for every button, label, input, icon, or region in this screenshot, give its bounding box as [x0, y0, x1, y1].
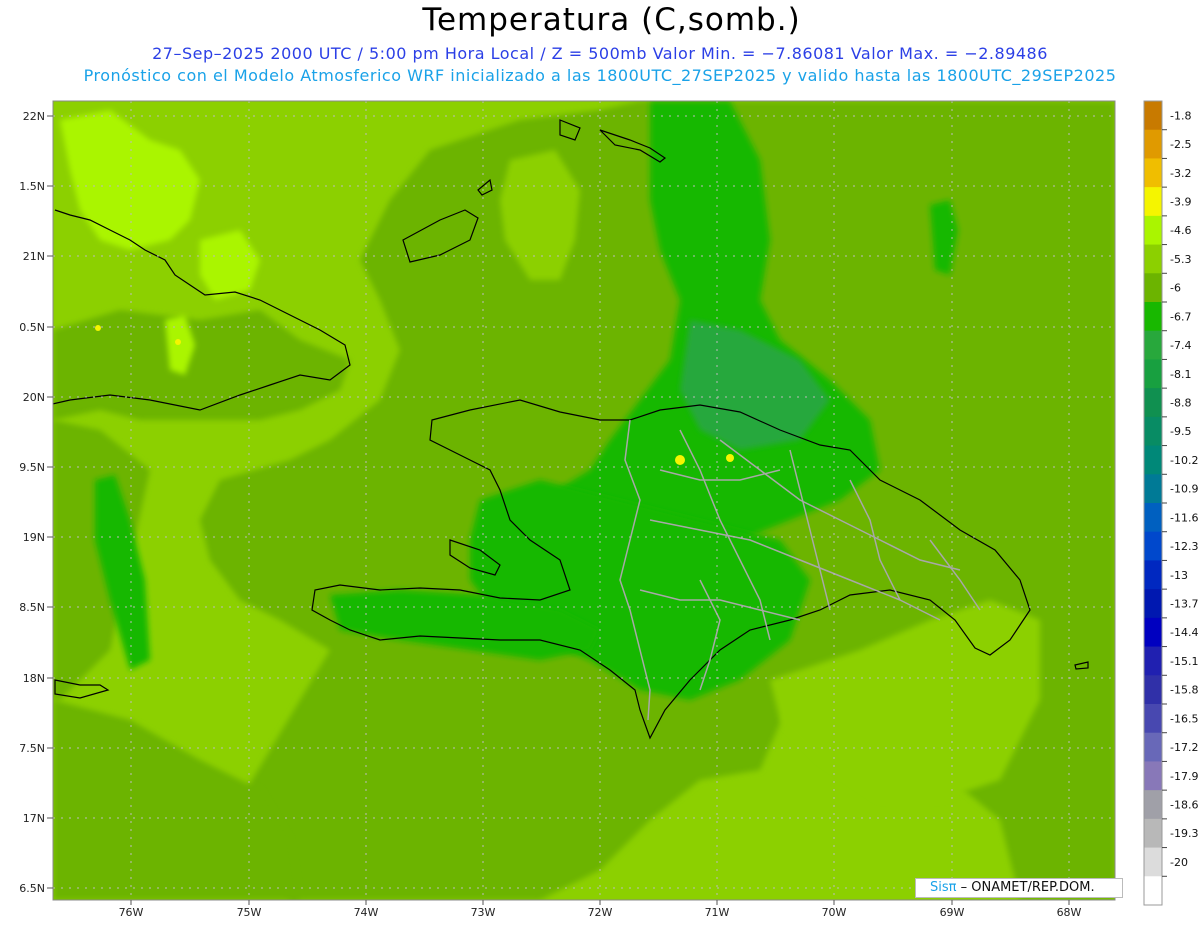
lat-label: 19N — [23, 531, 45, 544]
lat-label: 0.5N — [19, 321, 45, 334]
colorbar-swatch — [1144, 101, 1162, 131]
colorbar-swatch — [1144, 158, 1162, 188]
colorbar-label: -15.1 — [1170, 655, 1198, 668]
colorbar-swatch — [1144, 503, 1162, 533]
colorbar-label: -13.7 — [1170, 598, 1198, 611]
lat-label: 18N — [23, 672, 45, 685]
lon-label: 76W — [119, 906, 144, 919]
colorbar-swatch — [1144, 445, 1162, 475]
colorbar-swatch — [1144, 187, 1162, 217]
lon-label: 70W — [822, 906, 847, 919]
colorbar-label: -3.9 — [1170, 196, 1191, 209]
colorbar-label: -17.2 — [1170, 741, 1198, 754]
lon-label: 69W — [940, 906, 965, 919]
colorbar: -1.8 -2.5 -3.2 -3.9 -4.6 -5.3 -6 -6.7 -7.4 -8.1 -8… — [1143, 100, 1198, 906]
colorbar-swatch — [1144, 474, 1162, 504]
colorbar-label: -3.2 — [1170, 167, 1191, 180]
colorbar-label: -14.4 — [1170, 626, 1198, 639]
colorbar-label: -18.6 — [1170, 799, 1198, 812]
colorbar-label: -7.4 — [1170, 339, 1191, 352]
colorbar-swatch — [1144, 244, 1162, 274]
lon-label: 71W — [705, 906, 730, 919]
field-spot-1 — [675, 455, 685, 465]
colorbar-label: -19.3 — [1170, 827, 1198, 840]
page-title: Temperatura (C,somb.) — [422, 2, 801, 38]
lat-label: 20N — [23, 391, 45, 404]
colorbar-label: -15.8 — [1170, 684, 1198, 697]
colorbar-label: -6 — [1170, 282, 1181, 295]
colorbar-label: -5.3 — [1170, 253, 1191, 266]
subtitle-valid-time: 27–Sep–2025 2000 UTC / 5:00 pm Hora Loca… — [152, 44, 1048, 63]
colorbar-swatch — [1144, 129, 1162, 159]
lat-label: 6.5N — [19, 882, 45, 895]
colorbar-swatch — [1144, 560, 1162, 590]
colorbar-swatch — [1144, 302, 1162, 332]
lon-label: 73W — [471, 906, 496, 919]
colorbar-label: -8.1 — [1170, 368, 1191, 381]
colorbar-label: -10.9 — [1170, 483, 1198, 496]
lat-label: 7.5N — [19, 742, 45, 755]
colorbar-label: -9.5 — [1170, 425, 1191, 438]
lon-axis: 76W 75W 74W 73W 72W 71W 70W 69W 68W — [119, 900, 1082, 919]
colorbar-swatch — [1144, 589, 1162, 619]
colorbar-label: -13 — [1170, 569, 1188, 582]
colorbar-label: -6.7 — [1170, 310, 1191, 323]
credit-brand: Sisπ — [930, 880, 957, 895]
colorbar-label: -4.6 — [1170, 224, 1191, 237]
lon-label: 68W — [1057, 906, 1082, 919]
lat-label: 21N — [23, 250, 45, 263]
colorbar-label: -16.5 — [1170, 712, 1198, 725]
colorbar-swatch — [1144, 388, 1162, 418]
colorbar-swatch — [1144, 359, 1162, 389]
colorbar-swatch — [1144, 847, 1162, 877]
colorbar-label: -11.6 — [1170, 511, 1198, 524]
colorbar-swatch — [1144, 790, 1162, 820]
subtitle-model-info: Pronóstico con el Modelo Atmosferico WRF… — [83, 66, 1117, 85]
colorbar-swatch — [1144, 732, 1162, 762]
lat-label: 22N — [23, 110, 45, 123]
colorbar-swatch — [1144, 273, 1162, 303]
colorbar-swatch — [1144, 215, 1162, 246]
colorbar-swatch — [1144, 531, 1162, 561]
colorbar-swatch — [1144, 876, 1162, 906]
lat-label: 9.5N — [19, 461, 45, 474]
field-spot-4 — [95, 325, 101, 331]
field-spot-3 — [175, 339, 181, 345]
colorbar-label: -12.3 — [1170, 540, 1198, 553]
colorbar-swatch — [1144, 416, 1162, 447]
temperature-field — [53, 101, 1115, 900]
colorbar-swatch — [1144, 330, 1162, 360]
lon-label: 72W — [588, 906, 613, 919]
credit-box: Sisπ – ONAMET/REP.DOM. — [915, 878, 1123, 898]
lon-label: 75W — [237, 906, 262, 919]
lat-axis: 22N 1.5N 21N 0.5N 20N 9.5N 19N 8.5N 18N … — [19, 110, 53, 895]
colorbar-swatch — [1144, 646, 1162, 676]
field-spot-2 — [726, 454, 734, 462]
colorbar-label: -10.2 — [1170, 454, 1198, 467]
colorbar-swatch — [1144, 818, 1162, 849]
colorbar-swatch — [1144, 761, 1162, 791]
lat-label: 1.5N — [19, 180, 45, 193]
colorbar-label: -17.9 — [1170, 770, 1198, 783]
lat-label: 8.5N — [19, 601, 45, 614]
colorbar-label: -1.8 — [1170, 109, 1191, 122]
colorbar-label: -20 — [1170, 856, 1188, 869]
colorbar-swatch — [1144, 617, 1162, 648]
lon-label: 74W — [354, 906, 379, 919]
colorbar-swatch — [1144, 704, 1162, 734]
forecast-map: 22N 1.5N 21N 0.5N 20N 9.5N 19N 8.5N 18N … — [19, 100, 1198, 919]
colorbar-swatch — [1144, 675, 1162, 705]
colorbar-label: -2.5 — [1170, 138, 1191, 151]
colorbar-label: -8.8 — [1170, 397, 1191, 410]
credit-org: – ONAMET/REP.DOM. — [956, 880, 1095, 895]
lat-label: 17N — [23, 812, 45, 825]
